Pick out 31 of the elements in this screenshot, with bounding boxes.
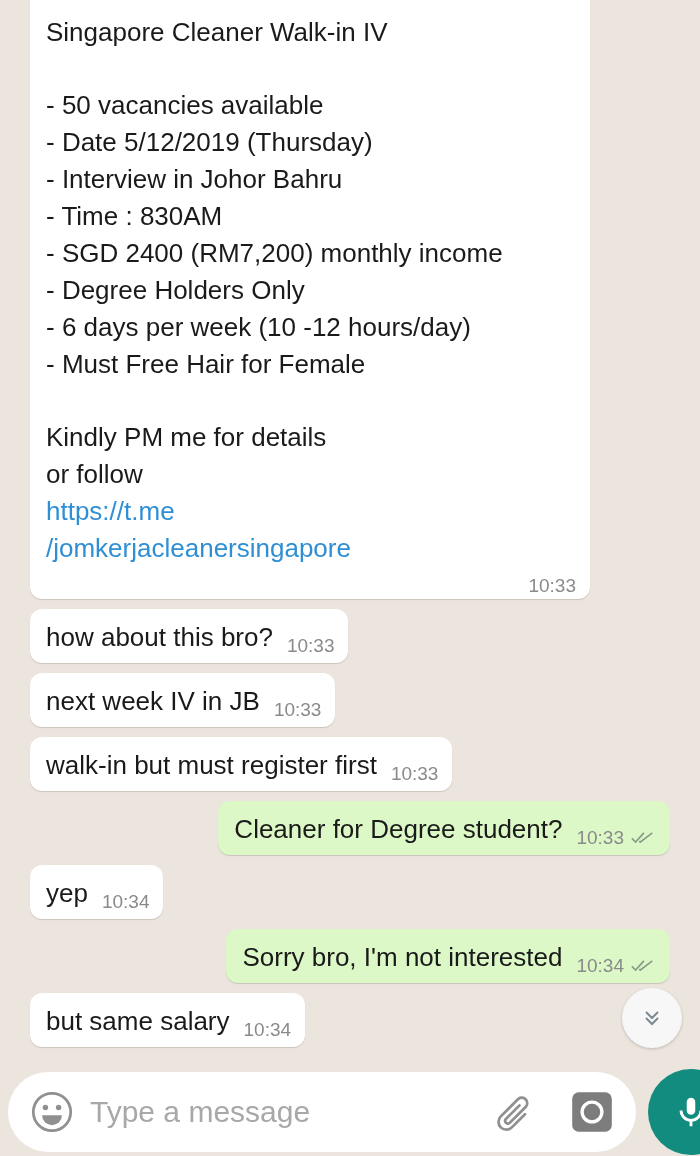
- message-text: Singapore Cleaner Walk-in IV: [46, 16, 389, 49]
- message-text: how about this bro?: [46, 621, 273, 654]
- message-text: Kindly PM me for details: [46, 421, 328, 454]
- message-time: 10:34: [101, 891, 150, 913]
- emoji-icon[interactable]: [30, 1090, 74, 1134]
- message-time: 10:33: [273, 699, 322, 721]
- message-text: - Must Free Hair for Female: [46, 348, 367, 381]
- message-text: walk-in but must register first: [46, 749, 377, 782]
- link[interactable]: https://t.me /jomkerjacleanersingapore: [46, 493, 576, 567]
- message-text: - Degree Holders Only: [46, 274, 306, 307]
- message-text: - Time : 830AM: [46, 200, 224, 233]
- message-text: - Date 5/12/2019 (Thursday): [46, 126, 374, 159]
- message-text: - 6 days per week (10 -12 hours/day): [46, 311, 472, 344]
- message-field[interactable]: Type a message: [8, 1072, 636, 1152]
- message-text: - SGD 2400 (RM7,200) monthly income: [46, 237, 504, 270]
- message-text: or follow: [46, 458, 144, 491]
- message-time: 10:34: [576, 955, 624, 977]
- message-text: - 50 vacancies available: [46, 89, 325, 122]
- message-input[interactable]: Type a message: [88, 1094, 478, 1130]
- message-time: 10:33: [576, 827, 624, 849]
- message-time: 10:33: [390, 763, 439, 785]
- message-time: 10:33: [286, 635, 335, 657]
- message-text: yep: [46, 877, 88, 910]
- camera-icon[interactable]: [570, 1090, 614, 1134]
- message-text: Sorry bro, I'm not interested: [242, 941, 563, 974]
- message-time: 10:33: [528, 575, 576, 597]
- message-text: next week IV in JB: [46, 685, 260, 718]
- message-text: Cleaner for Degree student?: [234, 813, 563, 846]
- message-time: 10:34: [243, 1019, 292, 1041]
- message-text: - Interview in Johor Bahru: [46, 163, 344, 196]
- message-text: but same salary: [46, 1005, 230, 1038]
